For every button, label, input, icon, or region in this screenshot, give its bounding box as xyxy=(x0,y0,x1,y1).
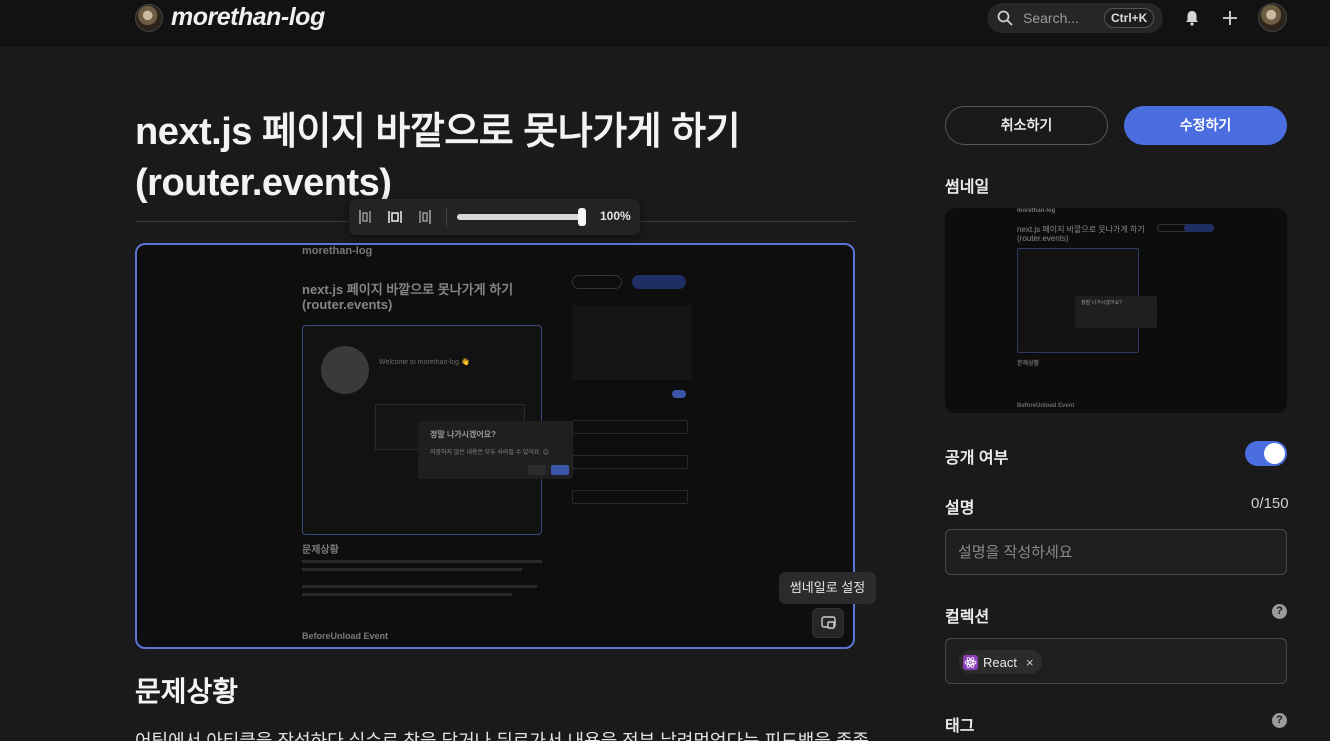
zoom-slider-handle[interactable] xyxy=(578,208,586,226)
image-toolbar: 100% xyxy=(349,199,640,235)
search-placeholder: Search... xyxy=(1023,10,1080,26)
inner-title-line2: (router.events) xyxy=(302,297,393,312)
section-heading[interactable]: 문제상황 xyxy=(135,670,238,710)
post-title[interactable]: next.js 페이지 바깥으로 못나가게 하기 (router.events) xyxy=(135,107,815,209)
inner-section-heading: 문제상황 xyxy=(302,545,339,556)
inner-cancel-button xyxy=(572,275,622,289)
description-char-counter: 0/150 xyxy=(1251,495,1289,512)
tag-label: 태그 xyxy=(945,718,975,735)
set-thumbnail-button[interactable] xyxy=(812,608,844,638)
edit-button[interactable]: 수정하기 xyxy=(1124,106,1287,145)
inner-text-line xyxy=(302,585,537,588)
thumbnail-label: 썸네일 xyxy=(945,179,990,196)
public-visibility-toggle[interactable] xyxy=(1245,441,1287,466)
inner-text-line xyxy=(302,593,512,596)
preview-title-line2: (router.events) xyxy=(1017,234,1069,243)
inner-dialog-ok xyxy=(551,465,569,475)
preview-edit xyxy=(1184,224,1214,232)
preview-site-name: morethan-log xyxy=(1017,208,1056,214)
search-box[interactable]: Search... Ctrl+K xyxy=(987,3,1163,33)
site-logo-text[interactable]: morethan-log xyxy=(171,3,325,32)
description-input[interactable] xyxy=(945,529,1287,575)
zoom-slider[interactable] xyxy=(457,214,583,220)
inner-welcome: Welcome to morethan-log 👋 xyxy=(379,359,470,366)
public-visibility-label: 공개 여부 xyxy=(945,450,1009,467)
selected-image-block[interactable]: morethan-log next.js 페이지 바깥으로 못나가게 하기 (r… xyxy=(135,243,855,649)
image-thumbnail-icon xyxy=(821,616,836,629)
collection-label: 컬렉션 xyxy=(945,609,990,626)
zoom-percentage: 100% xyxy=(600,209,631,223)
inner-thumbnail xyxy=(572,305,692,380)
inner-site-name: morethan-log xyxy=(302,245,373,257)
react-icon xyxy=(963,654,978,670)
body-paragraph[interactable]: 어팀에서 아티클을 작성하다 실수로 창을 닫거나 뒤로가서 내용을 전부 날려… xyxy=(135,727,869,741)
align-left-icon[interactable] xyxy=(358,208,374,226)
inner-toggle xyxy=(672,390,686,398)
set-thumbnail-tooltip: 썸네일로 설정 xyxy=(779,572,876,604)
logo-avatar-image[interactable] xyxy=(135,4,163,32)
search-icon xyxy=(997,10,1013,26)
inner-dialog-cancel xyxy=(528,465,546,475)
top-navigation-bar: morethan-log Search... Ctrl+K xyxy=(0,0,1330,46)
inner-edit-button xyxy=(632,275,686,289)
toggle-knob xyxy=(1264,443,1285,464)
toolbar-divider xyxy=(446,207,447,227)
inner-text-line xyxy=(302,568,522,571)
inner-text-line xyxy=(302,560,542,563)
cancel-button[interactable]: 취소하기 xyxy=(945,106,1108,145)
inner-dialog: 정말 나가시겠어요? 저장하지 않은 내용은 모두 사라질 수 있어요. 😊 xyxy=(418,421,573,479)
preview-dialog: 정말 나가시겠어요? xyxy=(1075,296,1157,328)
user-avatar[interactable] xyxy=(1258,3,1287,32)
inner-embedded-page: Welcome to morethan-log 👋 정말 나가시겠어요? 저장하… xyxy=(302,325,573,535)
inner-input xyxy=(572,420,688,434)
preview-dialog-title: 정말 나가시겠어요? xyxy=(1081,300,1122,306)
preview-subsection: BeforeUnload Event xyxy=(1017,403,1075,409)
inner-subsection: BeforeUnload Event xyxy=(302,631,389,641)
notification-bell-icon[interactable] xyxy=(1183,9,1201,27)
inner-title-line1: next.js 페이지 바깥으로 못나가게 하기 xyxy=(302,282,514,297)
inner-profile-image xyxy=(321,346,369,394)
align-center-icon[interactable] xyxy=(387,208,403,226)
inner-input xyxy=(572,490,688,504)
remove-chip-icon[interactable]: × xyxy=(1026,655,1034,670)
inner-dialog-text: 저장하지 않은 내용은 모두 사라질 수 있어요. 😊 xyxy=(430,450,549,456)
collection-chip-react[interactable]: React × xyxy=(959,650,1042,674)
align-right-icon[interactable] xyxy=(416,208,432,226)
collection-chip-label: React xyxy=(983,654,1017,670)
description-label: 설명 xyxy=(945,500,975,517)
inner-screenshot: morethan-log next.js 페이지 바깥으로 못나가게 하기 (r… xyxy=(302,245,692,647)
collection-selector[interactable]: React × xyxy=(945,638,1287,684)
preview-section: 문제상황 xyxy=(1017,361,1040,367)
inner-input xyxy=(572,455,688,469)
zoom-slider-fill xyxy=(457,214,583,220)
search-shortcut-badge: Ctrl+K xyxy=(1104,8,1155,28)
inner-dialog-title: 정말 나가시겠어요? xyxy=(430,430,496,439)
tag-help-icon[interactable]: ? xyxy=(1272,713,1287,728)
collection-help-icon[interactable]: ? xyxy=(1272,604,1287,619)
new-post-plus-icon[interactable] xyxy=(1221,9,1239,27)
thumbnail-preview[interactable]: morethan-log next.js 페이지 바깥으로 못나가게 하기 (r… xyxy=(945,208,1287,413)
